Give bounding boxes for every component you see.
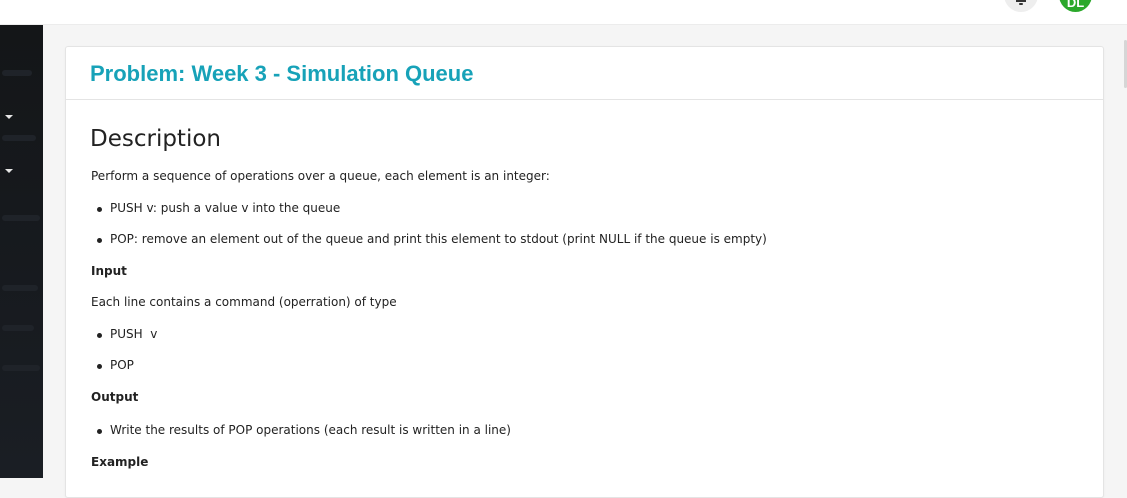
bullet-icon — [97, 429, 102, 434]
sidebar-item[interactable] — [2, 325, 34, 331]
output-text: Write the results of POP operations (eac… — [110, 423, 511, 437]
sidebar-item[interactable] — [2, 70, 32, 76]
problem-card: Problem: Week 3 - Simulation Queue Descr… — [65, 46, 1104, 498]
output-label: Output — [91, 390, 139, 404]
list-item: PUSH v: push a value v into the queue — [97, 201, 341, 215]
example-label: Example — [91, 455, 149, 469]
input-text: Each line contains a command (operration… — [91, 295, 397, 309]
sidebar-item[interactable] — [2, 285, 38, 291]
top-navbar: DL — [0, 0, 1127, 25]
command-text: PUSH v — [110, 327, 158, 341]
input-label: Input — [91, 264, 127, 278]
bell-icon — [1016, 0, 1026, 5]
problem-card-header: Problem: Week 3 - Simulation Queue — [66, 47, 1103, 100]
command-text: POP — [110, 358, 134, 372]
bullet-icon — [97, 238, 102, 243]
sidebar-item[interactable] — [2, 365, 40, 371]
bullet-icon — [97, 364, 102, 369]
list-item: POP — [97, 358, 134, 372]
notification-button[interactable] — [1004, 0, 1038, 12]
sidebar — [0, 25, 43, 478]
list-item: Write the results of POP operations (eac… — [97, 423, 511, 437]
bullet-icon — [97, 207, 102, 212]
description-intro: Perform a sequence of operations over a … — [91, 169, 550, 183]
problem-title: Problem: Week 3 - Simulation Queue — [90, 61, 474, 86]
operation-text: PUSH v: push a value v into the queue — [110, 201, 341, 215]
bullet-icon — [97, 333, 102, 338]
sidebar-item[interactable] — [2, 135, 36, 141]
list-item: PUSH v — [97, 327, 158, 341]
sidebar-expand-caret-icon[interactable] — [5, 169, 13, 173]
sidebar-expand-caret-icon[interactable] — [5, 115, 13, 119]
list-item: POP: remove an element out of the queue … — [97, 232, 767, 246]
user-avatar[interactable]: DL — [1059, 0, 1092, 12]
operation-text: POP: remove an element out of the queue … — [110, 232, 767, 246]
sidebar-item[interactable] — [2, 215, 40, 221]
description-heading: Description — [90, 126, 221, 152]
